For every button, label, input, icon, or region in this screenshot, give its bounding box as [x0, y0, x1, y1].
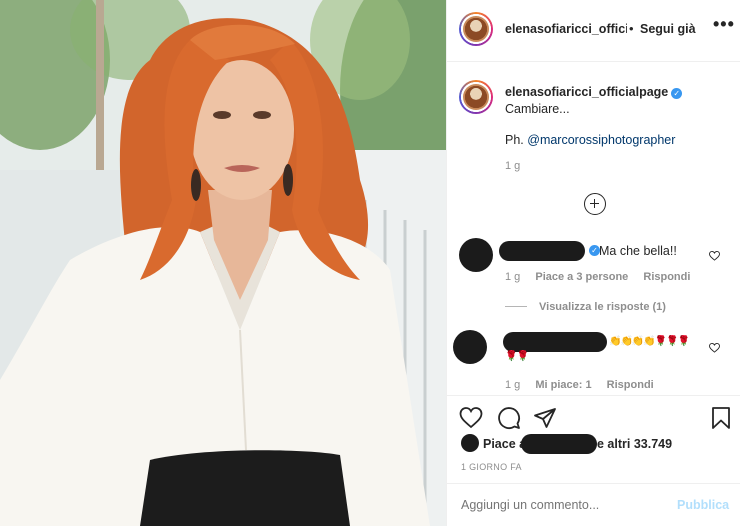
- share-send-icon[interactable]: [533, 406, 557, 430]
- caption-author-avatar[interactable]: [459, 80, 493, 114]
- commenter-avatar[interactable]: [459, 238, 493, 272]
- replies-divider-line: [505, 306, 527, 307]
- redacted-username: [503, 332, 607, 352]
- comment-meta: 1 g Mi piace: 1 Rispondi: [505, 379, 666, 391]
- reply-button[interactable]: Rispondi: [643, 271, 690, 283]
- like-comment-heart-icon[interactable]: [709, 251, 720, 261]
- load-more-comments-icon[interactable]: [584, 193, 606, 215]
- verified-badge-icon: ✓: [671, 88, 683, 99]
- caption-timestamp[interactable]: 1 g: [505, 160, 520, 172]
- publish-button[interactable]: Pubblica: [677, 498, 729, 512]
- post-photo[interactable]: [0, 0, 446, 526]
- liker-avatar[interactable]: [461, 434, 479, 452]
- following-button[interactable]: Segui già: [640, 22, 696, 36]
- photographer-mention-link[interactable]: @marcorossiphotographer: [527, 133, 675, 147]
- caption-credit-prefix: Ph.: [505, 133, 524, 147]
- author-username[interactable]: elenasofiaricci_official: [505, 22, 627, 36]
- add-comment-input[interactable]: [461, 498, 671, 512]
- author-avatar[interactable]: [459, 12, 493, 46]
- likes-count-link[interactable]: e altri 33.749: [597, 437, 672, 451]
- post-side-panel: elenasofiaricci_official • Segui già •••…: [446, 0, 740, 526]
- more-options-icon[interactable]: •••: [713, 14, 735, 35]
- redacted-liker-username: [521, 434, 597, 454]
- comment-meta: 1 g Piace a 3 persone Rispondi: [505, 271, 702, 283]
- comment-text: Ma che bella!!: [599, 244, 677, 258]
- caption-author[interactable]: elenasofiaricci_officialpage ✓: [505, 85, 683, 99]
- comment-emoji-text-continued: 🌹🌹: [505, 351, 529, 362]
- post-header: elenasofiaricci_official • Segui già •••: [447, 0, 740, 62]
- comment-bubble-icon[interactable]: [497, 406, 521, 430]
- redacted-username: [499, 241, 585, 261]
- view-replies-button[interactable]: Visualizza le risposte (1): [505, 301, 666, 313]
- caption-author-username[interactable]: elenasofiaricci_officialpage: [505, 85, 668, 99]
- commenter-avatar[interactable]: [453, 330, 487, 364]
- comment-likes-count[interactable]: Mi piace: 1: [535, 379, 591, 391]
- comment-timestamp[interactable]: 1 g: [505, 271, 520, 283]
- like-comment-heart-icon[interactable]: [709, 343, 720, 353]
- add-comment-section: Pubblica: [447, 483, 740, 526]
- like-heart-icon[interactable]: [459, 406, 483, 430]
- post-timestamp[interactable]: 1 GIORNO FA: [461, 462, 522, 472]
- comment-emoji-text: 👏👏👏👏🌹🌹🌹: [609, 336, 690, 347]
- view-replies-label[interactable]: Visualizza le risposte (1): [539, 301, 666, 313]
- likes-prefix: Piace a: [483, 437, 527, 451]
- comment-timestamp[interactable]: 1 g: [505, 379, 520, 391]
- caption-text: Cambiare...: [505, 102, 570, 116]
- save-bookmark-icon[interactable]: [709, 406, 733, 430]
- portrait-photo: [0, 0, 446, 526]
- header-separator: •: [629, 21, 634, 36]
- reply-button[interactable]: Rispondi: [607, 379, 654, 391]
- caption-credit: Ph. @marcorossiphotographer: [505, 133, 675, 147]
- comment-likes-count[interactable]: Piace a 3 persone: [535, 271, 628, 283]
